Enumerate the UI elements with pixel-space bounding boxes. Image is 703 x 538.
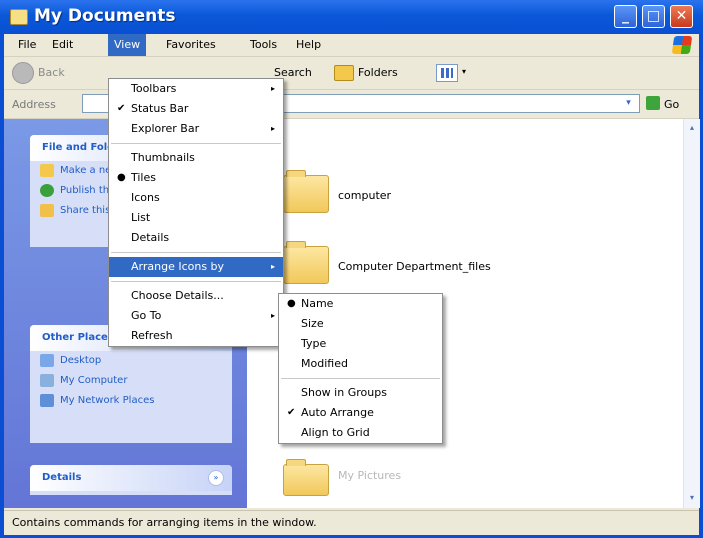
- folder-icon[interactable]: [283, 241, 329, 284]
- minimize-button[interactable]: _: [614, 5, 637, 28]
- menu-item-tiles[interactable]: ● Tiles: [109, 168, 283, 188]
- view-menu: Toolbars ▸ ✔ Status Bar Explorer Bar ▸ Thum…: [108, 78, 284, 347]
- status-text: Contains commands for arranging items in…: [12, 516, 317, 529]
- go-arrow-icon[interactable]: [646, 96, 660, 110]
- menu-favorites[interactable]: Favorites: [160, 34, 222, 56]
- submenu-arrow-icon: ▸: [270, 311, 275, 320]
- folder-label[interactable]: computer: [338, 189, 391, 202]
- address-label: Address: [12, 98, 56, 111]
- windows-logo-icon: [671, 36, 693, 54]
- network-places-icon: [40, 394, 54, 407]
- menu-separator: [111, 252, 281, 253]
- globe-icon: [40, 184, 54, 197]
- menu-view[interactable]: View: [108, 34, 147, 56]
- menu-separator: [111, 281, 281, 282]
- menu-item-size[interactable]: Size: [279, 314, 442, 334]
- menu-help[interactable]: Help: [290, 34, 327, 56]
- title-bar[interactable]: My Documents _ □ ✕: [0, 0, 703, 34]
- menu-item-arrange-icons-by[interactable]: Arrange Icons by ▸: [109, 257, 283, 277]
- folder-icon[interactable]: [283, 170, 329, 213]
- explorer-window: My Documents _ □ ✕ File Edit View Favori…: [0, 0, 703, 538]
- menu-item-list[interactable]: List: [109, 208, 283, 228]
- scroll-down-arrow-icon[interactable]: ▾: [685, 491, 699, 505]
- menu-separator: [281, 378, 440, 379]
- folders-button[interactable]: Folders: [358, 66, 398, 79]
- menu-item-show-in-groups[interactable]: Show in Groups: [279, 383, 442, 403]
- radio-bullet-icon: ●: [287, 298, 296, 309]
- submenu-arrow-icon: ▸: [270, 84, 275, 93]
- menu-item-modified[interactable]: Modified: [279, 354, 442, 374]
- folder-label[interactable]: My Pictures: [338, 469, 401, 482]
- scroll-up-arrow-icon[interactable]: ▴: [685, 121, 699, 135]
- menu-bar: File Edit View Favorites Tools Help: [4, 34, 699, 57]
- place-desktop[interactable]: Desktop: [30, 351, 232, 371]
- place-network[interactable]: My Network Places: [30, 391, 232, 411]
- menu-item-thumbnails[interactable]: Thumbnails: [109, 148, 283, 168]
- menu-item-align-to-grid[interactable]: Align to Grid: [279, 423, 442, 443]
- place-my-computer[interactable]: My Computer: [30, 371, 232, 391]
- folder-icon[interactable]: [283, 459, 329, 496]
- share-folder-icon: [40, 204, 54, 217]
- expand-chevron-icon[interactable]: »: [208, 470, 224, 486]
- maximize-button[interactable]: □: [642, 5, 665, 28]
- desktop-icon: [40, 354, 54, 367]
- new-folder-icon: [40, 164, 54, 177]
- radio-bullet-icon: ●: [117, 172, 126, 183]
- window-title: My Documents: [34, 6, 176, 26]
- menu-item-type[interactable]: Type: [279, 334, 442, 354]
- submenu-arrow-icon: ▸: [270, 262, 275, 271]
- computer-icon: [40, 374, 54, 387]
- menu-item-toolbars[interactable]: Toolbars ▸: [109, 79, 283, 99]
- details-panel: Details »: [30, 465, 232, 495]
- close-button[interactable]: ✕: [670, 5, 693, 28]
- menu-edit[interactable]: Edit: [46, 34, 79, 56]
- submenu-arrow-icon: ▸: [270, 124, 275, 133]
- menu-tools[interactable]: Tools: [244, 34, 283, 56]
- back-arrow-icon[interactable]: [12, 62, 34, 84]
- menu-item-icons[interactable]: Icons: [109, 188, 283, 208]
- folders-icon[interactable]: [334, 65, 354, 81]
- views-dropdown-arrow[interactable]: ▾: [462, 67, 466, 76]
- menu-item-name[interactable]: ● Name: [279, 294, 442, 314]
- back-button-label[interactable]: Back: [38, 66, 65, 79]
- go-button[interactable]: Go: [664, 98, 679, 111]
- folder-icon: [10, 9, 28, 25]
- arrange-icons-submenu: ● Name Size Type Modified Show in Groups …: [278, 293, 443, 444]
- menu-item-details[interactable]: Details: [109, 228, 283, 248]
- content-scrollbar[interactable]: ▴ ▾: [683, 119, 700, 508]
- panel-title[interactable]: Details: [30, 465, 232, 491]
- menu-item-choose-details[interactable]: Choose Details...: [109, 286, 283, 306]
- checkmark-icon: ✔: [117, 103, 126, 114]
- status-bar: Contains commands for arranging items in…: [4, 510, 699, 535]
- menu-file[interactable]: File: [12, 34, 42, 56]
- menu-item-refresh[interactable]: Refresh: [109, 326, 283, 346]
- menu-item-explorer-bar[interactable]: Explorer Bar ▸: [109, 119, 283, 139]
- menu-item-go-to[interactable]: Go To ▸: [109, 306, 283, 326]
- checkmark-icon: ✔: [287, 407, 296, 418]
- address-dropdown-icon[interactable]: ▾: [620, 95, 637, 112]
- menu-separator: [111, 143, 281, 144]
- menu-item-auto-arrange[interactable]: ✔ Auto Arrange: [279, 403, 442, 423]
- folder-label[interactable]: Computer Department_files: [338, 260, 491, 273]
- menu-item-status-bar[interactable]: ✔ Status Bar: [109, 99, 283, 119]
- views-icon[interactable]: [436, 64, 458, 82]
